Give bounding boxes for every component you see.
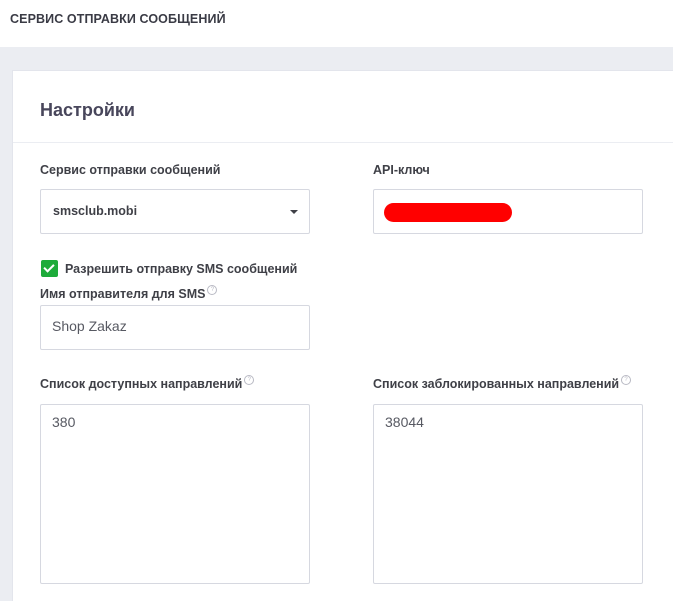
allowed-directions-label: Список доступных направлений? [40, 375, 255, 391]
settings-card: Настройки Сервис отправки сообщений smsc… [12, 70, 673, 601]
service-select[interactable]: smsclub.mobi [40, 189, 310, 234]
blocked-directions-textarea[interactable]: 38044 [373, 404, 643, 584]
service-select-value: smsclub.mobi [53, 204, 138, 218]
service-label: Сервис отправки сообщений [40, 163, 221, 177]
blocked-directions-value: 38044 [385, 414, 424, 430]
allow-sms-checkbox[interactable] [41, 260, 58, 277]
top-bar: СЕРВИС ОТПРАВКИ СООБЩЕНИЙ [0, 0, 673, 47]
page-title: СЕРВИС ОТПРАВКИ СООБЩЕНИЙ [10, 12, 226, 26]
api-key-input[interactable] [373, 189, 643, 234]
help-icon[interactable]: ? [244, 375, 255, 385]
api-key-label: API-ключ [373, 163, 430, 177]
allowed-directions-textarea[interactable]: 380 [40, 404, 310, 584]
help-icon[interactable]: ? [621, 375, 632, 385]
allowed-directions-value: 380 [52, 414, 76, 430]
card-header: Настройки [13, 71, 673, 143]
help-icon[interactable]: ? [207, 285, 218, 295]
sender-name-value: Shop Zakaz [52, 318, 127, 334]
settings-title: Настройки [40, 100, 135, 120]
allow-sms-label: Разрешить отправку SMS сообщений [65, 262, 298, 276]
redaction-mark [384, 203, 512, 222]
sender-name-input[interactable]: Shop Zakaz [40, 305, 310, 350]
sender-name-label: Имя отправителя для SMS? [40, 285, 218, 301]
caret-down-icon [290, 210, 298, 214]
checkmark-icon [43, 261, 55, 273]
blocked-directions-label: Список заблокированных направлений? [373, 375, 632, 391]
